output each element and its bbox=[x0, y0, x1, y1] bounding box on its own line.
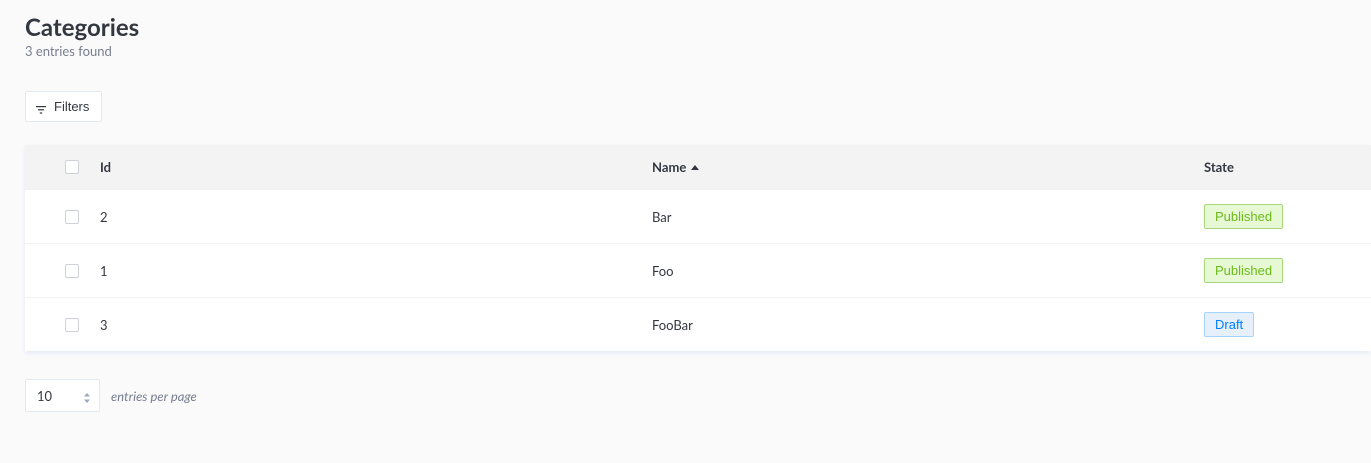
column-header-id-label: Id bbox=[100, 159, 112, 175]
page-size-select[interactable]: 10 bbox=[25, 379, 100, 412]
categories-table: Id Name State 2 Bar Published 1 Foo Publ… bbox=[25, 145, 1371, 351]
sort-ascending-icon bbox=[691, 165, 700, 170]
column-header-id[interactable]: Id bbox=[100, 145, 111, 189]
status-badge: Published bbox=[1204, 204, 1284, 229]
filters-button[interactable]: Filters bbox=[25, 91, 102, 122]
filters-button-label: Filters bbox=[54, 99, 90, 114]
row-select-cell bbox=[65, 298, 79, 351]
row-name: Bar bbox=[652, 208, 672, 225]
select-all-checkbox[interactable] bbox=[65, 160, 79, 174]
row-name: FooBar bbox=[652, 316, 693, 333]
per-page-label: entries per page bbox=[111, 387, 197, 404]
status-badge: Published bbox=[1204, 258, 1284, 283]
pagination: 10 entries per page bbox=[25, 379, 197, 412]
row-id: 1 bbox=[100, 262, 108, 279]
status-badge: Draft bbox=[1204, 312, 1255, 337]
row-id: 3 bbox=[100, 316, 108, 333]
row-select-cell bbox=[65, 190, 79, 243]
column-header-state-label: State bbox=[1204, 159, 1234, 175]
column-header-state[interactable]: State bbox=[1204, 145, 1234, 189]
page-size-value: 10 bbox=[37, 387, 53, 404]
row-state-cell: Draft bbox=[1204, 298, 1255, 351]
row-checkbox[interactable] bbox=[65, 317, 79, 332]
table-row[interactable]: 3 FooBar Draft bbox=[25, 297, 1371, 351]
row-select-cell bbox=[65, 244, 79, 297]
stepper-icon[interactable] bbox=[83, 391, 91, 403]
select-all-cell bbox=[65, 145, 79, 189]
row-checkbox[interactable] bbox=[65, 209, 79, 224]
column-header-name-label: Name bbox=[652, 159, 687, 175]
table-header-row: Id Name State bbox=[25, 145, 1371, 189]
row-state-cell: Published bbox=[1204, 244, 1284, 297]
table-row[interactable]: 1 Foo Published bbox=[25, 243, 1371, 297]
row-state-cell: Published bbox=[1204, 190, 1284, 243]
column-header-name[interactable]: Name bbox=[652, 145, 700, 189]
page-title: Categories bbox=[25, 13, 140, 42]
page-header: Categories 3 entries found bbox=[25, 13, 139, 59]
filter-icon bbox=[36, 103, 46, 114]
row-name: Foo bbox=[652, 262, 674, 279]
entries-count: 3 entries found bbox=[25, 43, 112, 59]
row-checkbox[interactable] bbox=[65, 263, 79, 278]
row-id: 2 bbox=[100, 208, 108, 225]
table-row[interactable]: 2 Bar Published bbox=[25, 189, 1371, 243]
